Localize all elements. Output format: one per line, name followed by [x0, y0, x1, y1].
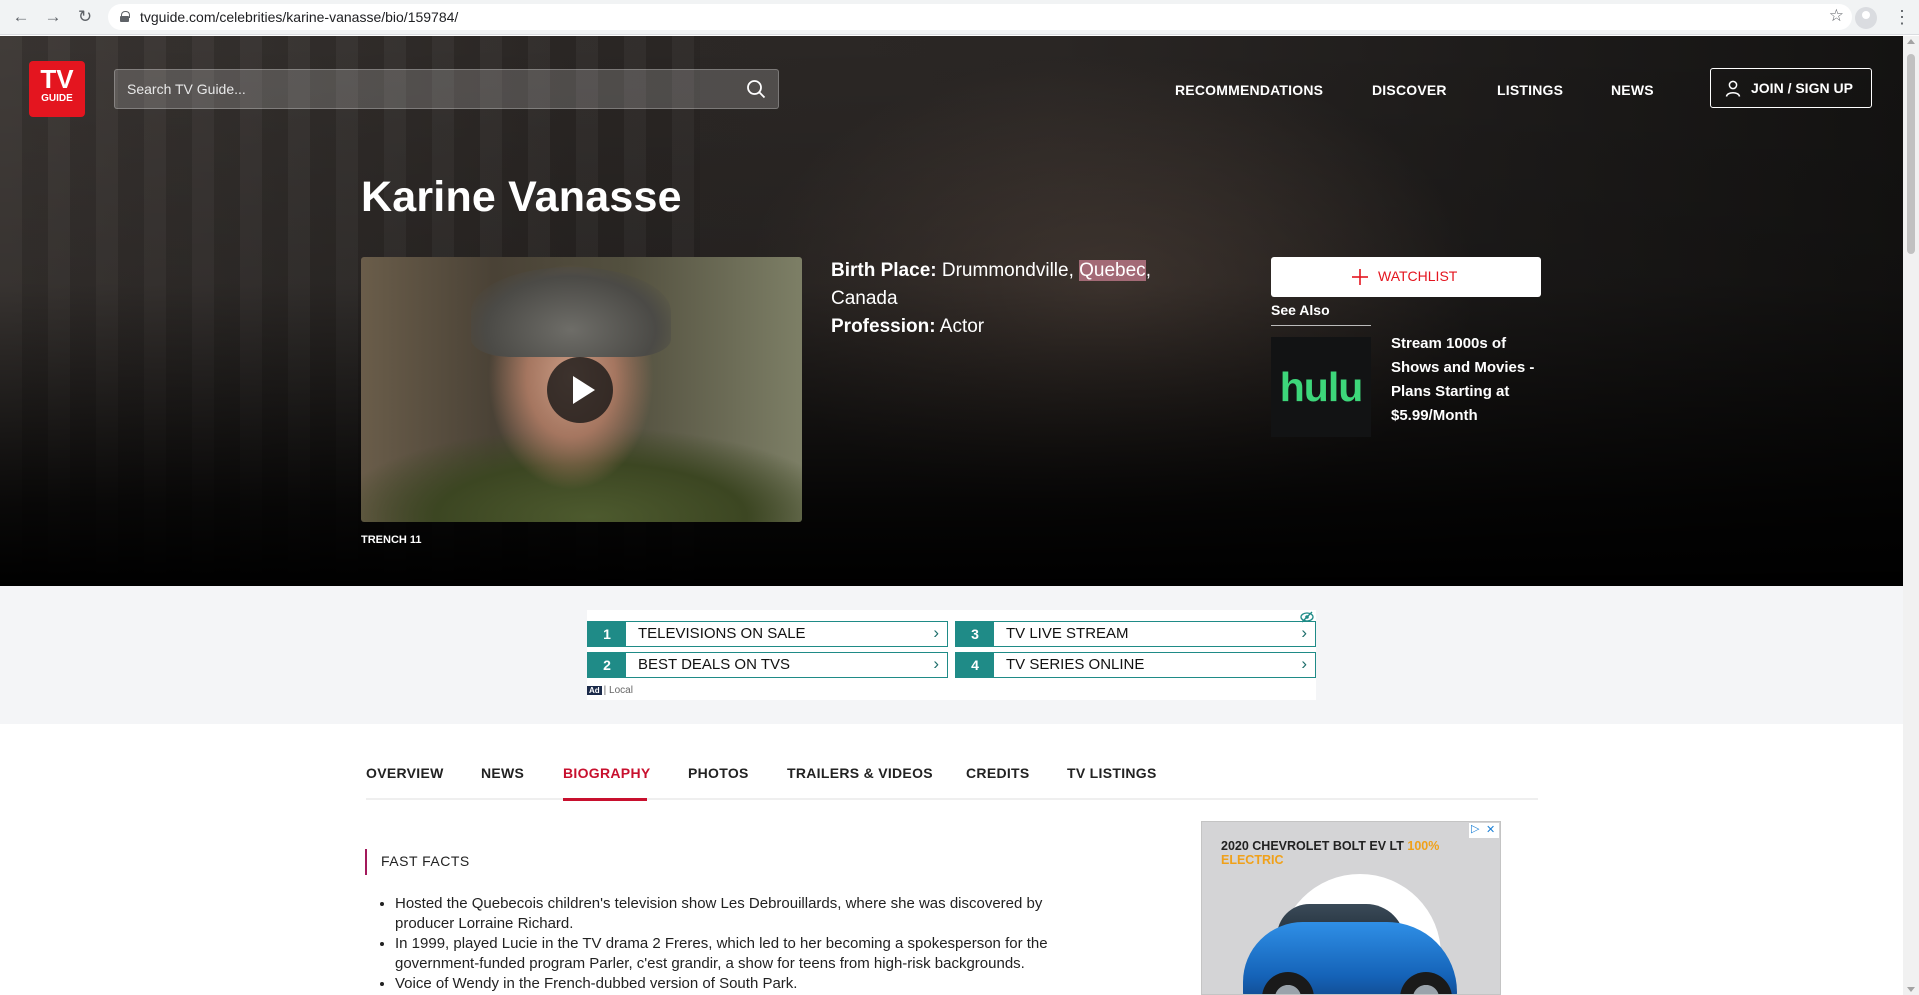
tab-tv-listings[interactable]: TV LISTINGS	[1067, 765, 1157, 781]
list-item: Hosted the Quebecois children's televisi…	[395, 894, 1095, 934]
search-box[interactable]	[114, 69, 779, 109]
nav-listings[interactable]: LISTINGS	[1497, 82, 1563, 98]
active-tab-indicator	[563, 798, 647, 801]
ad-links-unit: 1 TELEVISIONS ON SALE › 3 TV LIVE STREAM…	[587, 610, 1316, 700]
list-item: Voice of Wendy in the French-dubbed vers…	[395, 974, 1095, 994]
ad-badge: Ad | Local	[587, 685, 633, 696]
ad-link[interactable]: 3 TV LIVE STREAM ›	[955, 621, 1316, 647]
bookmark-star-icon[interactable]: ☆	[1829, 6, 1844, 26]
section-accent-bar	[365, 849, 367, 875]
hero-banner: TV GUIDE RECOMMENDATIONS DISCOVER LISTIN…	[0, 36, 1903, 586]
profile-tabs: OVERVIEW NEWS BIOGRAPHY PHOTOS TRAILERS …	[366, 762, 1538, 800]
see-also-heading: See Also	[1271, 302, 1330, 318]
fast-facts-heading: FAST FACTS	[381, 853, 470, 869]
video-caption[interactable]: TRENCH 11	[361, 534, 422, 546]
nav-news[interactable]: NEWS	[1611, 82, 1654, 98]
fast-facts-list: Hosted the Quebecois children's televisi…	[395, 894, 1095, 994]
back-icon[interactable]: ←	[10, 6, 32, 28]
reload-icon[interactable]: ↻	[74, 6, 96, 28]
ad-band: 1 TELEVISIONS ON SALE › 3 TV LIVE STREAM…	[0, 586, 1903, 724]
user-icon	[1725, 80, 1741, 97]
play-icon[interactable]	[547, 357, 613, 423]
chevron-right-icon: ›	[1301, 654, 1307, 673]
lock-icon	[120, 11, 130, 22]
watchlist-button[interactable]: WATCHLIST	[1271, 257, 1541, 297]
ad-link[interactable]: 4 TV SERIES ONLINE ›	[955, 652, 1316, 678]
chevron-right-icon: ›	[933, 623, 939, 642]
profession: Profession: Actor	[831, 316, 985, 337]
scrollbar-thumb[interactable]	[1907, 54, 1915, 254]
tab-news[interactable]: NEWS	[481, 765, 524, 781]
browser-toolbar: ← → ↻ tvguide.com/celebrities/karine-van…	[0, 0, 1919, 35]
divider	[1271, 325, 1371, 326]
birth-place: Birth Place: Drummondville, Quebec, Cana…	[831, 260, 1151, 309]
celebrity-name: Karine Vanasse	[361, 173, 682, 221]
video-player[interactable]	[361, 257, 802, 522]
join-sign-up-button[interactable]: JOIN / SIGN UP	[1710, 68, 1872, 108]
ad-link[interactable]: 2 BEST DEALS ON TVS ›	[587, 652, 948, 678]
ad-headline: 2020 CHEVROLET BOLT EV LT 100% ELECTRIC	[1221, 839, 1440, 867]
ad-close-icon[interactable]	[1469, 822, 1499, 838]
bio-facts: Birth Place: Drummondville, Quebec, Cana…	[831, 257, 1191, 341]
highlighted-text: Quebec	[1079, 260, 1146, 281]
search-input[interactable]	[127, 78, 707, 100]
profile-avatar-icon[interactable]	[1855, 7, 1877, 29]
address-bar[interactable]: tvguide.com/celebrities/karine-vanasse/b…	[108, 4, 1852, 30]
nav-discover[interactable]: DISCOVER	[1372, 82, 1447, 98]
plus-icon	[1352, 269, 1368, 285]
browser-menu-icon[interactable]: ⋮	[1893, 5, 1911, 29]
see-also-link[interactable]: Stream 1000s of Shows and Movies - Plans…	[1391, 332, 1541, 428]
chevron-right-icon: ›	[933, 654, 939, 673]
tab-overview[interactable]: OVERVIEW	[366, 765, 444, 781]
list-item: In 1999, played Lucie in the TV drama 2 …	[395, 934, 1095, 974]
tab-photos[interactable]: PHOTOS	[688, 765, 749, 781]
tab-trailers-videos[interactable]: TRAILERS & VIDEOS	[787, 765, 933, 781]
ad-link[interactable]: 1 TELEVISIONS ON SALE ›	[587, 621, 948, 647]
tv-guide-logo[interactable]: TV GUIDE	[29, 61, 85, 117]
hulu-logo[interactable]: hulu	[1271, 337, 1371, 437]
chevron-right-icon: ›	[1301, 623, 1307, 642]
forward-icon[interactable]: →	[42, 6, 64, 28]
search-icon[interactable]	[746, 79, 766, 99]
scroll-down-icon[interactable]	[1907, 987, 1915, 992]
url-text[interactable]: tvguide.com/celebrities/karine-vanasse/b…	[140, 8, 458, 26]
chevrolet-ad[interactable]: 2020 CHEVROLET BOLT EV LT 100% ELECTRIC	[1201, 821, 1501, 995]
page-scrollbar[interactable]	[1903, 36, 1919, 995]
nav-recommendations[interactable]: RECOMMENDATIONS	[1175, 82, 1323, 98]
tab-credits[interactable]: CREDITS	[966, 765, 1030, 781]
tab-biography[interactable]: BIOGRAPHY	[563, 765, 651, 781]
scroll-up-icon[interactable]	[1907, 39, 1915, 44]
ad-choices-icon[interactable]	[1300, 611, 1314, 623]
